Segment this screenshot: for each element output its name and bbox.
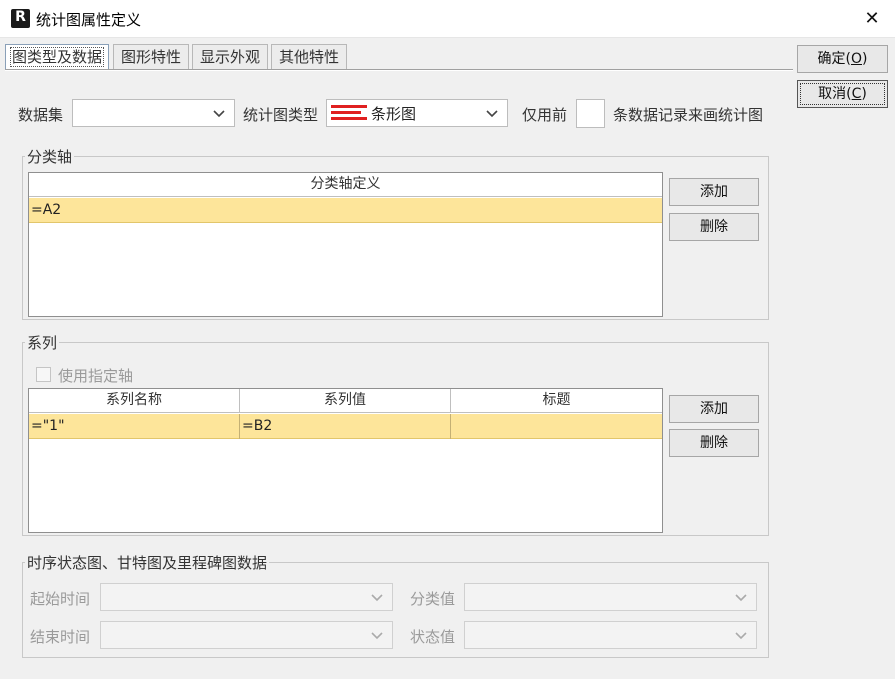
tab-graphic-properties[interactable]: 图形特性 bbox=[113, 44, 189, 70]
close-button[interactable]: ✕ bbox=[849, 0, 895, 38]
table-cell[interactable]: =B2 bbox=[240, 414, 451, 439]
table-row[interactable]: ="1" =B2 bbox=[29, 414, 662, 439]
series-delete-button[interactable]: 删除 bbox=[669, 429, 759, 457]
bar-chart-icon bbox=[331, 104, 367, 122]
window-title: 统计图属性定义 bbox=[36, 11, 142, 29]
end-time-select[interactable] bbox=[100, 621, 393, 649]
end-time-label: 结束时间 bbox=[30, 628, 91, 646]
title-bar: R 统计图属性定义 ✕ bbox=[0, 0, 895, 38]
column-header: 系列名称 bbox=[29, 389, 240, 413]
grid-header: 系列名称 系列值 标题 bbox=[29, 389, 662, 413]
chevron-down-icon bbox=[370, 628, 384, 642]
series-grid[interactable]: 系列名称 系列值 标题 ="1" =B2 bbox=[28, 388, 663, 533]
start-time-select[interactable] bbox=[100, 583, 393, 611]
chart-type-label: 统计图类型 bbox=[243, 106, 319, 124]
start-time-label: 起始时间 bbox=[30, 590, 91, 608]
dataset-label: 数据集 bbox=[18, 106, 64, 124]
chevron-down-icon bbox=[212, 106, 226, 120]
status-value-select[interactable] bbox=[464, 621, 757, 649]
series-title: 系列 bbox=[25, 332, 60, 353]
status-value-label: 状态值 bbox=[410, 628, 456, 646]
chart-type-select[interactable]: 条形图 bbox=[326, 99, 508, 127]
close-icon: ✕ bbox=[864, 8, 880, 29]
category-axis-grid[interactable]: 分类轴定义 =A2 bbox=[28, 172, 663, 317]
chart-type-value: 条形图 bbox=[371, 105, 417, 123]
timeline-title: 时序状态图、甘特图及里程碑图数据 bbox=[25, 552, 270, 573]
chevron-down-icon bbox=[370, 590, 384, 604]
column-header: 系列值 bbox=[240, 389, 451, 413]
use-axis-label: 使用指定轴 bbox=[58, 367, 134, 385]
dataset-select[interactable] bbox=[72, 99, 235, 127]
tab-display-appearance[interactable]: 显示外观 bbox=[192, 44, 268, 70]
chevron-down-icon bbox=[734, 590, 748, 604]
record-count-input[interactable] bbox=[576, 99, 605, 128]
table-cell[interactable] bbox=[451, 414, 662, 439]
category-axis-title: 分类轴 bbox=[25, 146, 75, 167]
tab-other-properties[interactable]: 其他特性 bbox=[271, 44, 347, 70]
only-first-label: 仅用前 bbox=[522, 106, 568, 124]
tab-chart-type-data[interactable]: 图类型及数据 bbox=[5, 44, 109, 70]
category-add-button[interactable]: 添加 bbox=[669, 178, 759, 206]
chevron-down-icon bbox=[485, 106, 499, 120]
app-icon: R bbox=[11, 9, 30, 28]
ok-button[interactable]: 确定(O) bbox=[797, 45, 888, 73]
cancel-button[interactable]: 取消(C) bbox=[797, 80, 888, 108]
records-label: 条数据记录来画统计图 bbox=[613, 106, 764, 124]
grid-header: 分类轴定义 bbox=[29, 173, 662, 197]
tab-divider bbox=[5, 69, 793, 71]
chevron-down-icon bbox=[734, 628, 748, 642]
series-add-button[interactable]: 添加 bbox=[669, 395, 759, 423]
category-value-select[interactable] bbox=[464, 583, 757, 611]
table-cell[interactable]: =A2 bbox=[29, 198, 662, 223]
table-cell[interactable]: ="1" bbox=[29, 414, 240, 439]
table-row[interactable]: =A2 bbox=[29, 198, 662, 223]
column-header: 标题 bbox=[542, 392, 571, 408]
category-delete-button[interactable]: 删除 bbox=[669, 213, 759, 241]
category-value-label: 分类值 bbox=[410, 590, 456, 608]
use-axis-checkbox[interactable] bbox=[36, 367, 51, 382]
